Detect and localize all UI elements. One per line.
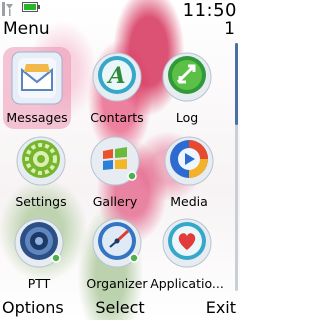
log-icon (162, 52, 212, 102)
signal-strength-icon (2, 2, 13, 16)
menu-item-contacts[interactable]: A Contarts (80, 46, 154, 132)
status-bar: 11:50 (0, 0, 240, 21)
menu-item-messages[interactable]: Messages (0, 46, 74, 132)
menu-item-log[interactable]: Log (150, 46, 224, 132)
applications-icon (162, 218, 212, 268)
messages-icon (11, 51, 63, 105)
menu-item-label: PTT (27, 276, 51, 291)
page-number: 1 (224, 19, 235, 39)
menu-item-settings[interactable]: Settings (4, 130, 78, 216)
scrollbar[interactable] (235, 43, 238, 291)
menu-item-applications[interactable]: Applicatio... (150, 212, 224, 298)
page-title: Menu (3, 19, 50, 39)
menu-grid: Messages A Contarts Log Settings Gallery… (0, 46, 234, 300)
phone-screen: 11:50 Menu 1 Messages A Contarts Log Set… (0, 0, 240, 320)
exit-softkey[interactable]: Exit (206, 298, 236, 317)
menu-item-media[interactable]: Media (152, 130, 226, 216)
settings-icon (16, 136, 66, 186)
menu-item-label: Applicatio... (150, 276, 224, 291)
menu-item-label: Log (175, 110, 199, 125)
media-icon (164, 136, 214, 186)
gallery-icon (90, 136, 140, 186)
clock: 11:50 (182, 0, 237, 21)
menu-item-label: Media (170, 194, 208, 209)
options-softkey[interactable]: Options (2, 298, 64, 317)
scrollbar-thumb[interactable] (235, 43, 238, 125)
organizer-icon (92, 218, 142, 268)
battery-icon (22, 2, 40, 12)
contacts-icon: A (92, 52, 142, 102)
svg-text:A: A (106, 63, 125, 89)
softkey-bar: Select Options Exit (0, 296, 240, 320)
ptt-icon (14, 218, 64, 268)
menu-item-label: Messages (6, 110, 68, 125)
menu-item-gallery[interactable]: Gallery (78, 130, 152, 216)
menu-item-ptt[interactable]: PTT (2, 212, 76, 298)
menu-item-organizer[interactable]: Organizer (80, 212, 154, 298)
